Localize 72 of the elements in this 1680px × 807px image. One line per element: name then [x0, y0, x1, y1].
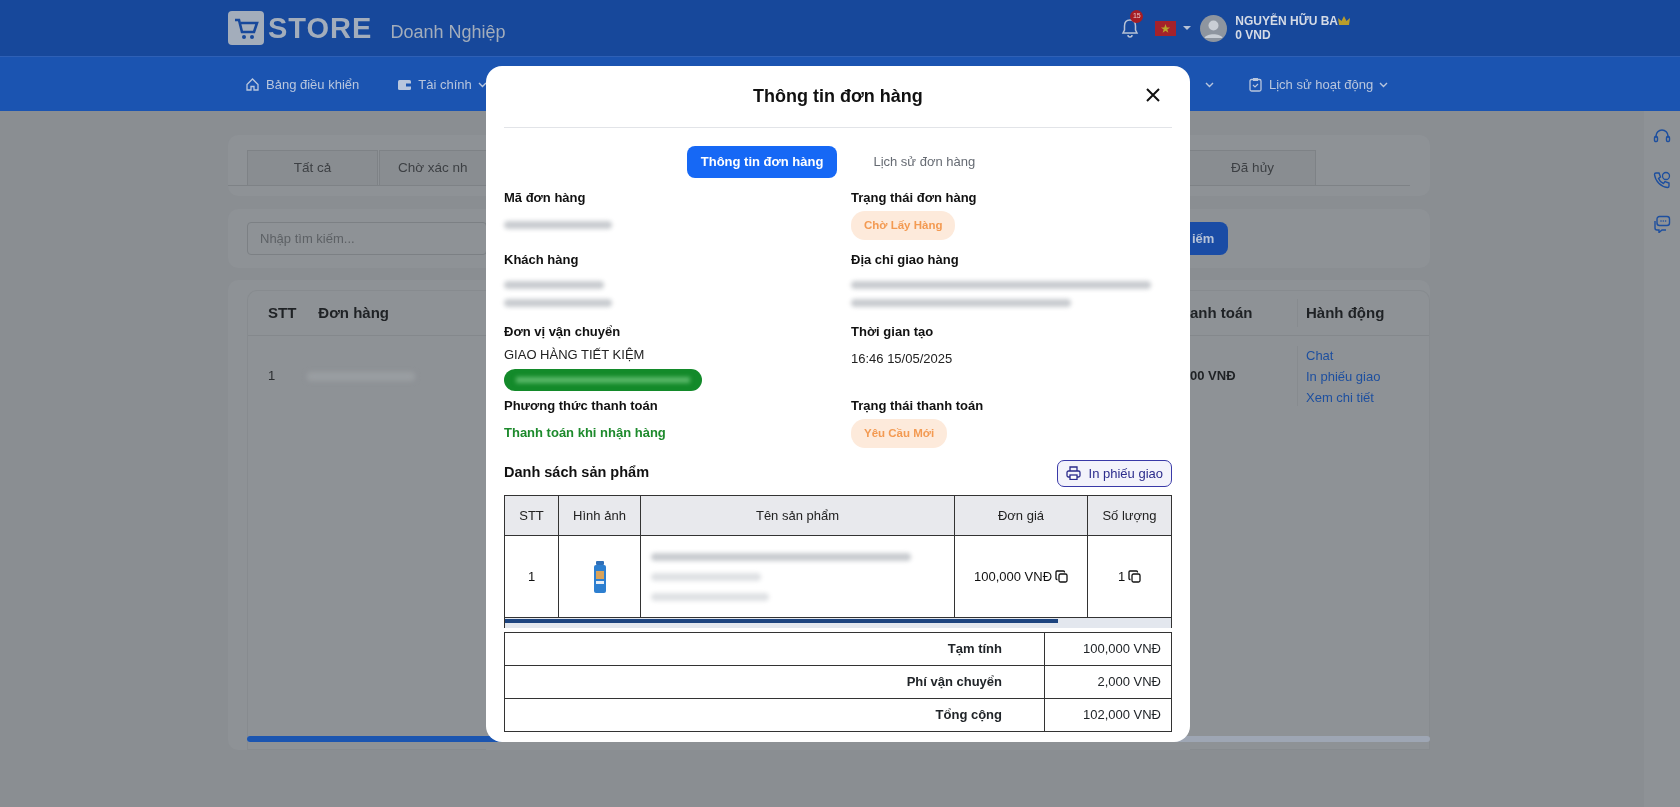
company-type: Doanh Nghiệp	[390, 20, 506, 44]
crown-icon	[1338, 15, 1350, 26]
field-value: 16:46 15/05/2025	[851, 350, 954, 368]
summary-value: 100,000 VNĐ	[1044, 632, 1172, 666]
field-label: Trạng thái thanh toán	[851, 396, 985, 415]
phone-icon[interactable]	[1653, 171, 1671, 189]
nav-link[interactable]: Bảng điều khiển	[245, 57, 360, 112]
avatar-icon	[1200, 14, 1228, 42]
cart-logo-icon	[228, 11, 264, 45]
summary-value: 102,000 VNĐ	[1044, 698, 1172, 732]
summary-label: Tạm tính	[504, 632, 1045, 666]
table-cell-text: 1	[268, 367, 276, 386]
logo-text: STORE	[268, 13, 373, 43]
table-cell: 1	[504, 535, 559, 618]
close-button[interactable]	[1146, 88, 1160, 102]
field-label: Mã đơn hàng	[504, 188, 587, 207]
status-tab[interactable]: Tất cả	[247, 150, 378, 185]
user-name: NGUYỄN HỮU BA	[1235, 13, 1338, 28]
carrier-name: GIAO HÀNG TIẾT KIỆM	[504, 346, 646, 364]
clipboard-icon	[1248, 77, 1263, 92]
printer-icon	[1065, 466, 1081, 481]
field-label: Khách hàng	[504, 250, 580, 269]
table-cell-text: 00 VNĐ	[1190, 367, 1237, 386]
action-link[interactable]: In phiếu giao	[1306, 365, 1381, 387]
caret-down-icon[interactable]	[1182, 25, 1193, 31]
dialog-title: Thông tin đơn hàng	[753, 85, 923, 108]
column-header: Đơn giá	[954, 495, 1088, 536]
field-label: Phương thức thanh toán	[504, 396, 659, 415]
chat-icon[interactable]	[1653, 215, 1671, 233]
payment-method: Thanh toán khi nhận hàng	[504, 424, 667, 442]
section-title: Danh sách sản phẩm	[504, 463, 650, 483]
column-header: Số lượng	[1087, 495, 1172, 536]
status-badge: Chờ Lấy Hàng	[851, 211, 956, 241]
wallet-icon	[397, 77, 413, 92]
action-link[interactable]: Chat	[1306, 344, 1381, 366]
column-header: Hành động	[1306, 302, 1385, 323]
column-header: Hình ảnh	[558, 495, 641, 536]
field-label: Thời gian tạo	[851, 322, 935, 341]
product-image	[593, 560, 606, 593]
close-icon	[1146, 88, 1160, 102]
field-label: Đơn vị vận chuyển	[504, 322, 622, 341]
field-label: Địa chỉ giao hàng	[851, 250, 960, 269]
status-badge: Yêu Cầu Mới	[851, 419, 948, 449]
print-button[interactable]: In phiếu giao	[1056, 459, 1172, 487]
column-header: STT	[504, 495, 559, 536]
column-header: Đơn hàng	[318, 302, 389, 323]
status-tab[interactable]: Chờ xác nh	[379, 150, 486, 185]
table-cell-text: 1	[1117, 567, 1126, 586]
nav-link[interactable]: Lịch sử hoạt động	[1248, 57, 1389, 112]
search-button[interactable]: iếm	[1190, 222, 1229, 255]
summary-label: Tổng cộng	[504, 698, 1045, 732]
column-header: STT	[268, 302, 297, 323]
home-icon	[245, 77, 260, 92]
table-cell-text: 100,000 VNĐ	[973, 567, 1053, 586]
headset-icon[interactable]	[1653, 127, 1671, 145]
column-header: anh toán	[1190, 302, 1254, 323]
summary-value: 2,000 VNĐ	[1044, 665, 1172, 699]
summary-label: Phí vận chuyển	[504, 665, 1045, 699]
field-label: Trạng thái đơn hàng	[851, 188, 978, 207]
bell-icon[interactable]	[1121, 18, 1140, 38]
dialog-tab[interactable]: Thông tin đơn hàng	[686, 146, 838, 178]
tracking-code-pill[interactable]	[504, 368, 702, 391]
account-balance: 0 VND	[1235, 28, 1272, 43]
copy-icon[interactable]	[1055, 570, 1069, 583]
nav-link[interactable]: Tài chính	[397, 57, 487, 112]
action-link[interactable]: Xem chi tiết	[1306, 386, 1381, 408]
copy-icon[interactable]	[1128, 570, 1142, 583]
status-tab[interactable]: Đã hủy	[1190, 150, 1316, 185]
scrollbar[interactable]	[504, 618, 1172, 628]
column-header: Tên sản phẩm	[640, 495, 955, 536]
flag-icon[interactable]	[1155, 20, 1177, 36]
dialog-tab[interactable]: Lịch sử đơn hàng	[859, 146, 990, 178]
